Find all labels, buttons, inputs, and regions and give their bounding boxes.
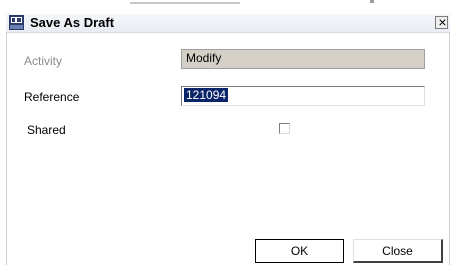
activity-field: Modify [181, 49, 425, 69]
dialog-frame-left [6, 32, 7, 265]
activity-label: Activity [24, 54, 63, 68]
shared-label: Shared [27, 123, 66, 137]
save-as-draft-dialog: Save As Draft × Activity Modify Referenc… [0, 9, 451, 265]
ok-button[interactable]: OK [255, 239, 344, 263]
reference-input[interactable]: 121094 [181, 86, 425, 106]
dialog-titlebar[interactable]: Save As Draft × [6, 14, 450, 33]
background-window-edge [0, 0, 451, 7]
dialog-title: Save As Draft [30, 15, 115, 30]
close-glyph: × [438, 14, 447, 30]
reference-label: Reference [24, 90, 80, 104]
shared-checkbox[interactable] [279, 123, 290, 134]
rad-app-icon [9, 15, 24, 30]
background-marker [370, 0, 374, 3]
reference-value: 121094 [184, 88, 229, 102]
close-icon[interactable]: × [435, 14, 448, 30]
background-toolbar-strip [130, 2, 240, 4]
close-button[interactable]: Close [353, 239, 443, 263]
dialog-frame-right [449, 32, 450, 265]
